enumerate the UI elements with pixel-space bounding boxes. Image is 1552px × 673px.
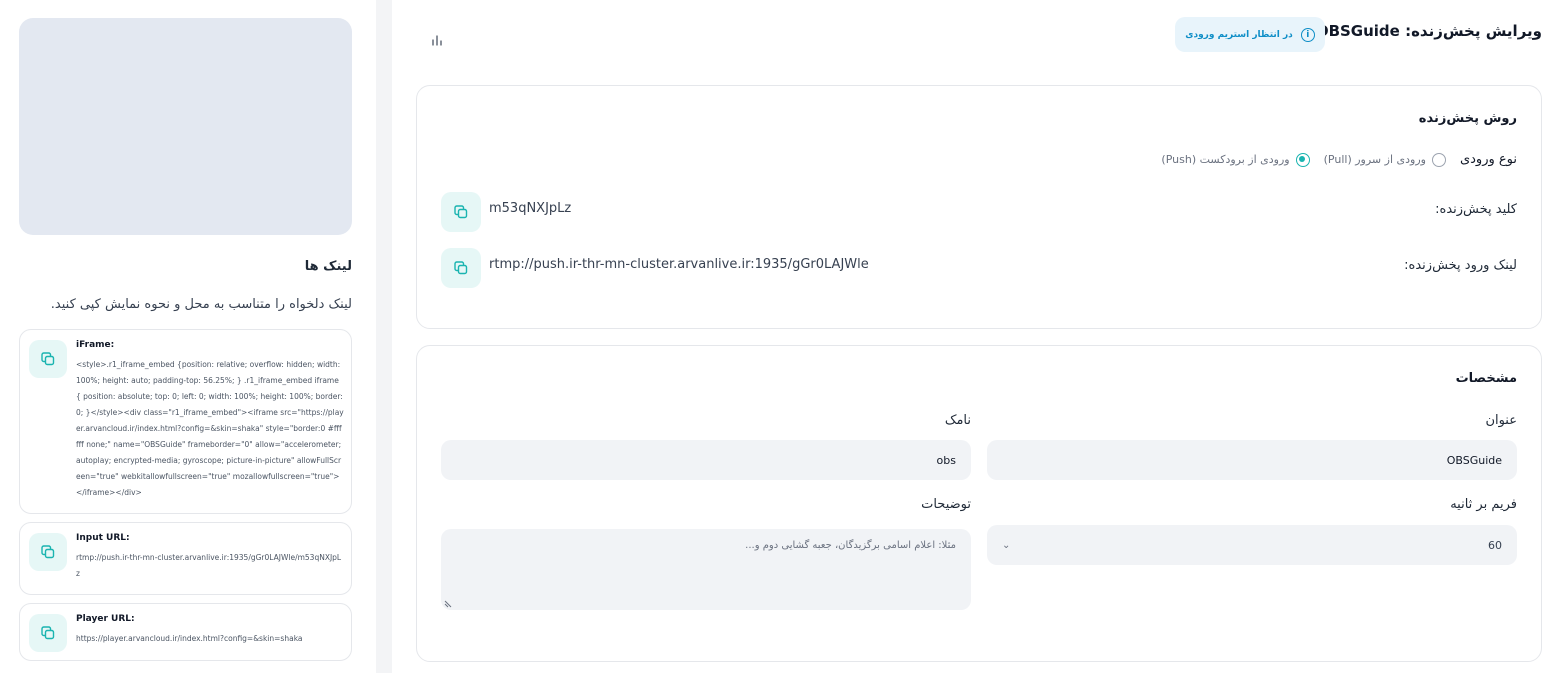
broadcast-method-card: روش پخش‌زنده نوع ورودی ورودی از سرور (Pu… [416,85,1542,329]
stream-key-value: m53qNXJpLz [489,201,572,216]
link-card-player-url: Player URL: https://player.arvancloud.ir… [19,603,352,661]
copy-input-url-button[interactable] [29,533,67,571]
copy-input-link-button[interactable] [441,248,481,288]
input-type-group: نوع ورودی ورودی از سرور (Pull) ورودی از … [1161,152,1517,167]
slug-label: نامک [944,413,971,428]
radio-push-label: ورودی از برودکست (Push) [1161,153,1290,166]
links-description: لینک دلخواه را متناسب به محل و نحوه نمای… [50,297,352,312]
copy-player-url-button[interactable] [29,614,67,652]
resize-handle-icon[interactable] [444,600,452,608]
link-title: iFrame: [76,340,115,350]
panel-divider [376,0,392,673]
radio-pull[interactable]: ورودی از سرور (Pull) [1323,152,1446,167]
copy-icon [454,205,468,219]
copy-icon [41,545,55,559]
copy-icon [454,261,468,275]
fps-label: فریم بر ثانیه [1450,497,1517,512]
specs-title: مشخصات [1455,371,1517,386]
copy-icon [41,352,55,366]
specs-card: مشخصات عنوان OBSGuide نامک obs فریم بر ث… [416,345,1542,662]
copy-iframe-button[interactable] [29,340,67,378]
description-placeholder: مثلا: اعلام اسامی برگزیدگان، جعبه گشایی … [745,540,956,551]
broadcast-method-title: روش پخش‌زنده [1418,111,1517,126]
radio-circle[interactable] [1431,152,1446,167]
link-title: Input URL: [76,533,130,543]
description-label: توضیحات [921,497,971,512]
link-text: https://player.arvancloud.ir/index.html?… [76,634,303,643]
chevron-down-icon: ⌄ [1002,539,1011,551]
title-input[interactable]: OBSGuide [987,440,1517,480]
title-label: عنوان [1485,413,1517,428]
fps-select[interactable]: 60 ⌄ [987,525,1517,565]
radio-circle-checked[interactable] [1295,152,1310,167]
slug-input[interactable]: obs [441,440,971,480]
video-preview [19,18,352,235]
description-textarea[interactable]: مثلا: اعلام اسامی برگزیدگان، جعبه گشایی … [441,529,971,610]
status-badge: i در انتظار استریم ورودی [1175,17,1325,52]
status-text: در انتظار استریم ورودی [1185,29,1293,40]
copy-stream-key-button[interactable] [441,192,481,232]
link-text: rtmp://push.ir-thr-mn-cluster.arvanlive.… [76,553,342,578]
fps-value: 60 [1488,538,1502,552]
link-title: Player URL: [76,614,135,624]
input-link-label: لینک ورود پخش‌زنده: [1404,258,1517,273]
radio-push[interactable]: ورودی از برودکست (Push) [1161,152,1310,167]
input-type-label: نوع ورودی [1459,152,1517,167]
links-panel: لینک ها لینک دلخواه را متناسب به محل و ن… [0,0,376,673]
link-card-iframe: iFrame: <style>.r1_iframe_embed {positio… [19,329,352,514]
link-text: <style>.r1_iframe_embed {position: relat… [76,360,344,497]
main-content: ویرایش پخش‌زنده: OBSGuide i در انتظار اس… [392,0,1552,673]
stream-key-label: کلید پخش‌زنده: [1435,202,1517,217]
page-title: ویرایش پخش‌زنده: OBSGuide [1315,22,1542,40]
bar-chart-icon[interactable] [430,33,444,47]
copy-icon [41,626,55,640]
info-icon: i [1300,27,1315,42]
radio-pull-label: ورودی از سرور (Pull) [1323,153,1426,166]
input-link-value: rtmp://push.ir-thr-mn-cluster.arvanlive.… [489,257,869,272]
links-title: لینک ها [304,259,352,274]
link-card-input-url: Input URL: rtmp://push.ir-thr-mn-cluster… [19,522,352,595]
